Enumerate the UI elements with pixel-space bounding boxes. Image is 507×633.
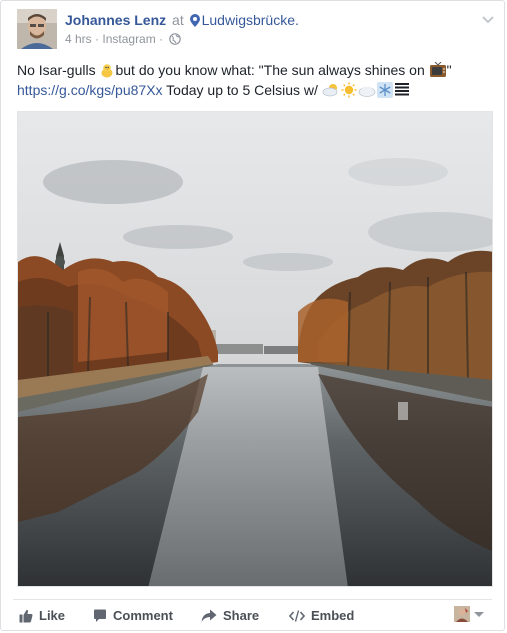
post-text: No Isar-gulls but do you know what: "The…	[17, 60, 495, 100]
post-as-selector[interactable]	[454, 606, 490, 626]
post-text-part: No Isar-gulls	[17, 62, 100, 78]
code-icon	[289, 610, 305, 622]
thumbs-up-icon	[19, 609, 33, 623]
fog-icon	[394, 83, 409, 96]
post-card: Johannes Lenz at Ludwigsbrücke. 4 hrs · …	[0, 0, 505, 631]
share-label: Share	[223, 608, 260, 623]
comment-label: Comment	[113, 608, 173, 623]
share-icon	[201, 609, 217, 622]
baby-chick-icon	[101, 64, 113, 78]
share-button[interactable]: Share	[201, 608, 259, 624]
post-meta: 4 hrs · Instagram ·	[65, 31, 182, 47]
comment-icon	[94, 609, 106, 622]
location-pin-icon	[189, 14, 200, 27]
post-header: Johannes Lenz at Ludwigsbrücke.	[65, 11, 299, 29]
post-text-part: but do you know what: "The sun always sh…	[115, 62, 429, 78]
post-text-part: Today up to 5 Celsius w/	[162, 82, 322, 98]
action-bar: Like Comment Share Embed	[13, 599, 492, 632]
at-label: at	[172, 12, 184, 28]
sun-behind-cloud-icon	[322, 84, 338, 97]
meta-separator: ·	[95, 32, 100, 46]
embed-button[interactable]: Embed	[289, 608, 354, 624]
author-name[interactable]: Johannes Lenz	[65, 12, 166, 28]
post-photo[interactable]	[17, 111, 493, 587]
comment-button[interactable]: Comment	[93, 608, 173, 624]
like-button[interactable]: Like	[19, 608, 65, 624]
post-link[interactable]: https://g.co/kgs/pu87Xx	[17, 82, 163, 98]
television-icon	[429, 62, 446, 77]
snowflake-icon	[376, 82, 393, 98]
location-name: Ludwigsbrücke.	[201, 12, 299, 28]
post-time[interactable]: 4 hrs	[65, 32, 92, 46]
sun-icon	[341, 82, 357, 98]
embed-label: Embed	[311, 608, 355, 623]
globe-icon[interactable]	[169, 33, 182, 45]
meta-separator: ·	[159, 32, 164, 46]
location-link[interactable]: Ludwigsbrücke.	[189, 12, 299, 28]
post-text-part: "	[446, 62, 452, 78]
chevron-down-icon[interactable]	[480, 11, 496, 27]
cloud-icon	[358, 86, 376, 97]
mini-avatar	[454, 606, 470, 622]
like-label: Like	[39, 608, 66, 623]
post-source[interactable]: Instagram	[102, 32, 155, 46]
caret-down-icon	[474, 612, 484, 617]
avatar[interactable]	[17, 9, 57, 49]
